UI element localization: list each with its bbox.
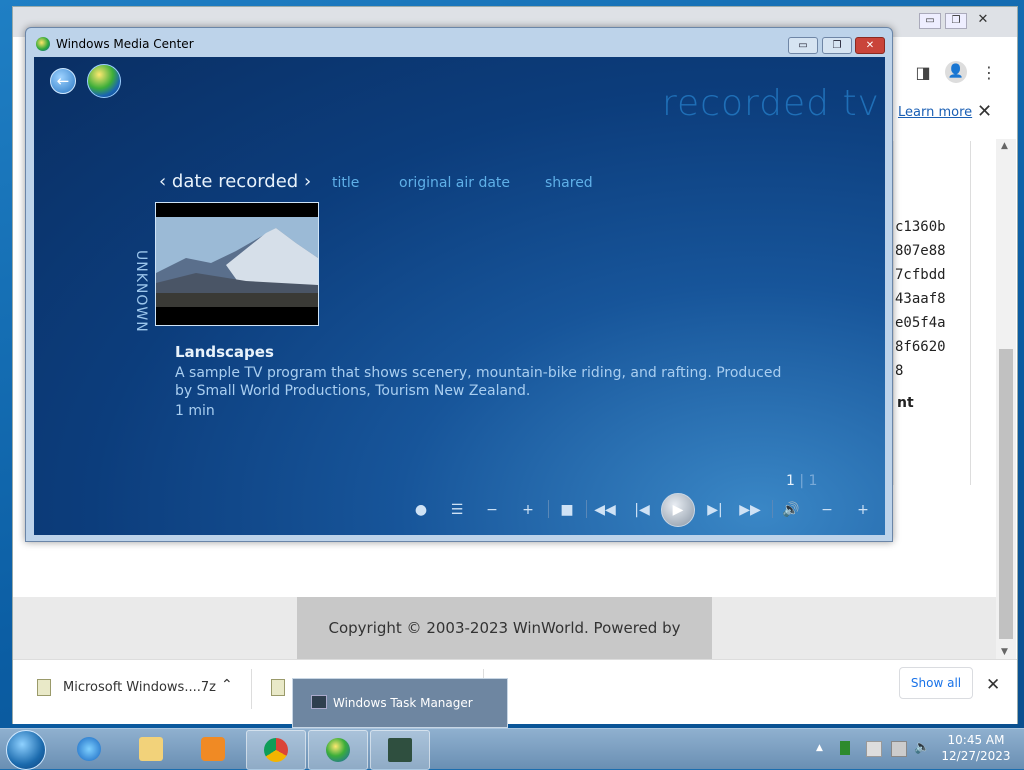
taskbar-media-center[interactable] — [308, 730, 368, 770]
rewind-icon[interactable]: ◀◀ — [594, 502, 616, 518]
hash-line: 807e88 — [895, 243, 946, 259]
taskbar-explorer[interactable] — [122, 730, 180, 768]
page-scrollbar[interactable]: ▲ ▼ — [996, 139, 1016, 659]
browser-minimize-button[interactable]: ▭ — [919, 13, 941, 29]
start-button[interactable] — [6, 730, 46, 770]
taskbar-chrome[interactable] — [246, 730, 306, 770]
guide-list-icon[interactable]: ☰ — [446, 502, 468, 518]
mc-restore-button[interactable]: ❐ — [822, 37, 852, 54]
hash-line: 8 — [895, 363, 904, 379]
media-center-content: ← recorded tv ‹ date recorded › title or… — [34, 57, 885, 535]
task-manager-icon — [311, 695, 327, 709]
program-description: A sample TV program that shows scenery, … — [175, 365, 782, 399]
divider — [772, 500, 773, 518]
system-clock[interactable]: 10:45 AM 12/27/2023 — [936, 732, 1016, 764]
chevron-up-icon[interactable]: ⌃ — [221, 677, 233, 693]
fast-forward-icon[interactable]: ▶▶ — [739, 502, 761, 518]
hash-line: 43aaf8 — [895, 291, 946, 307]
program-title: Landscapes — [175, 343, 274, 361]
clock-date: 12/27/2023 — [941, 749, 1011, 763]
infobar-close-icon[interactable]: ✕ — [977, 101, 992, 122]
channel-up-icon[interactable]: + — [517, 502, 539, 518]
folder-icon — [139, 737, 163, 761]
program-thumbnail[interactable] — [155, 202, 319, 326]
show-all-button[interactable]: Show all — [899, 667, 973, 699]
hash-line: e05f4a — [895, 315, 946, 331]
task-manager-icon — [388, 738, 412, 762]
divider — [548, 500, 549, 518]
popup-title: Windows Task Manager — [333, 696, 473, 710]
scroll-up-icon[interactable]: ▲ — [1001, 141, 1008, 151]
windows-orb-icon[interactable] — [87, 64, 121, 98]
clock-time: 10:45 AM — [947, 733, 1005, 747]
chrome-icon — [264, 738, 288, 762]
section-title: recorded tv — [662, 83, 880, 124]
taskbar: ▲ 🔈 — [0, 728, 1024, 770]
sort-tab-date-recorded[interactable]: ‹ date recorded › — [159, 171, 311, 192]
downloads-close-icon[interactable]: ✕ — [986, 675, 1000, 695]
volume-icon[interactable]: 🔊 — [780, 502, 802, 518]
archive-file-icon — [37, 679, 51, 696]
taskbar-thumbnail-popup[interactable]: Windows Task Manager — [292, 678, 508, 728]
chevron-right-icon: › — [298, 171, 312, 192]
hash-line: c1360b — [895, 219, 946, 235]
sort-tab-label: date recorded — [171, 171, 299, 192]
back-arrow-icon[interactable]: ← — [50, 68, 76, 94]
show-hidden-icons-icon[interactable]: ▲ — [816, 743, 823, 753]
pager-current: 1 — [786, 473, 795, 489]
media-center-logo-icon — [36, 37, 50, 51]
browser-close-button[interactable]: ✕ — [973, 13, 993, 27]
mc-close-button[interactable]: ✕ — [855, 37, 885, 54]
divider — [251, 669, 252, 709]
archive-file-icon — [271, 679, 285, 696]
channel-down-icon[interactable]: − — [481, 502, 503, 518]
pager: 1 | 1 — [786, 473, 818, 489]
sort-tab-title[interactable]: title — [332, 175, 359, 191]
stop-icon[interactable]: ■ — [556, 502, 578, 518]
battery-icon[interactable] — [840, 741, 850, 755]
volume-down-icon[interactable]: − — [816, 502, 838, 518]
scrollbar-thumb[interactable] — [999, 349, 1013, 639]
sort-tab-original-air-date[interactable]: original air date — [399, 175, 510, 191]
download-item-name[interactable]: Microsoft Windows....7z — [63, 680, 216, 695]
volume-muted-icon[interactable]: 🔈 — [914, 740, 930, 755]
play-button[interactable]: ▶ — [661, 493, 695, 527]
media-player-icon — [201, 737, 225, 761]
program-duration: 1 min — [175, 403, 215, 419]
scroll-down-icon[interactable]: ▼ — [1001, 647, 1008, 657]
volume-up-icon[interactable]: + — [852, 502, 874, 518]
mc-minimize-button[interactable]: ▭ — [788, 37, 818, 54]
sort-tab-shared[interactable]: shared — [545, 175, 593, 191]
network-icon[interactable] — [891, 741, 907, 757]
mountain-image — [156, 203, 318, 325]
hash-line: 8f6620 — [895, 339, 946, 355]
taskbar-media-player[interactable] — [184, 730, 242, 768]
internet-explorer-icon — [77, 737, 101, 761]
sidebar-icon[interactable]: ◨ — [911, 63, 935, 82]
browser-restore-button[interactable]: ❐ — [945, 13, 967, 29]
action-center-icon[interactable] — [866, 741, 882, 757]
pager-total: 1 — [808, 473, 818, 489]
taskbar-internet-explorer[interactable] — [60, 730, 118, 768]
divider — [586, 500, 587, 518]
group-label: UNKNOWN — [133, 249, 149, 333]
skip-forward-icon[interactable]: ▶| — [704, 502, 726, 518]
menu-icon[interactable]: ⋮ — [977, 63, 1001, 82]
skip-back-icon[interactable]: |◀ — [631, 502, 653, 518]
record-icon[interactable]: ● — [410, 502, 432, 518]
learn-more-link[interactable]: Learn more — [898, 105, 972, 120]
media-center-icon — [326, 738, 350, 762]
hash-line: 7cfbdd — [895, 267, 946, 283]
window-title: Windows Media Center — [56, 37, 194, 51]
chevron-left-icon: ‹ — [159, 171, 172, 192]
taskbar-task-manager[interactable] — [370, 730, 430, 770]
profile-icon[interactable]: 👤 — [945, 61, 967, 83]
media-center-window: Windows Media Center ▭ ❐ ✕ ← recorded tv… — [25, 27, 893, 542]
footer-copyright: Copyright © 2003-2023 WinWorld. Powered … — [297, 597, 712, 699]
content-panel — [893, 141, 971, 485]
bold-text-fragment: nt — [897, 395, 914, 411]
